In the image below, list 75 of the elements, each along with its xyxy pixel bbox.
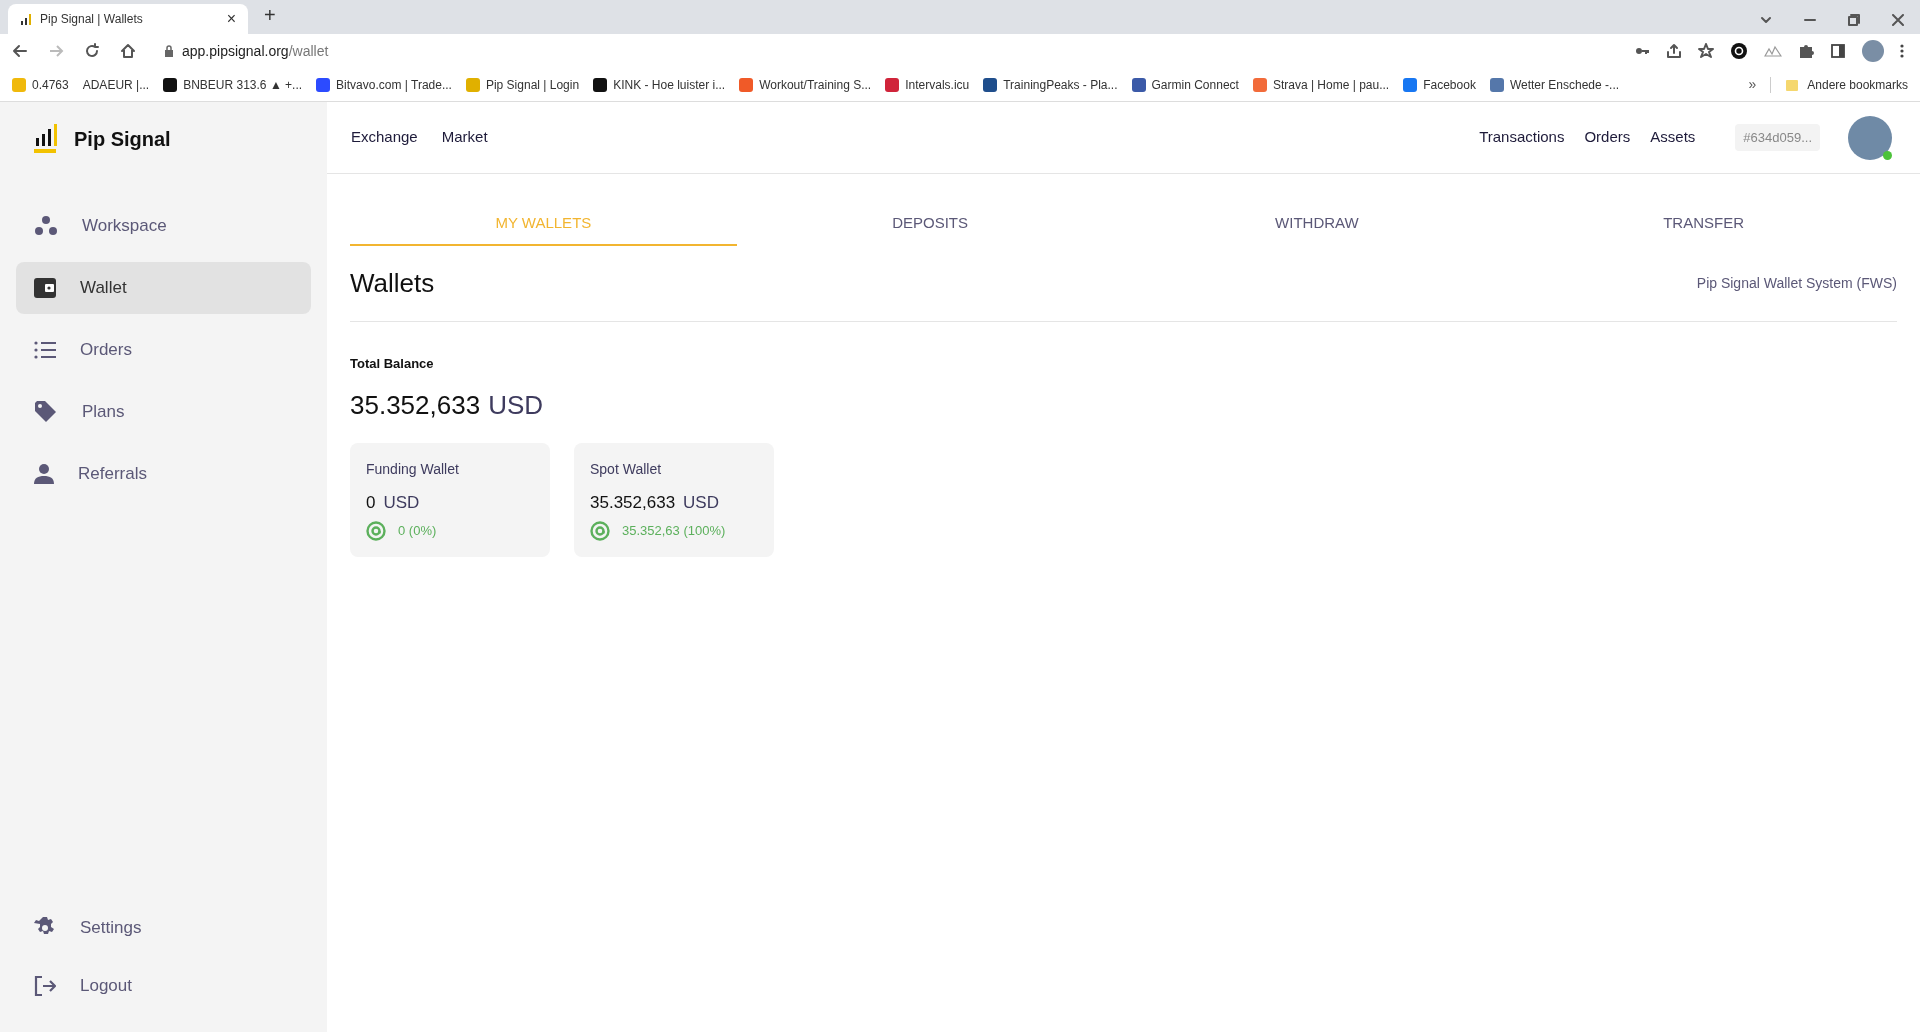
home-icon[interactable] xyxy=(120,43,136,59)
person-icon xyxy=(34,464,54,484)
wallet-amount: 35.352,633 xyxy=(590,491,676,514)
share-icon[interactable] xyxy=(1666,43,1682,59)
tab-title: Pip Signal | Wallets xyxy=(40,11,144,28)
new-tab-button[interactable]: + xyxy=(264,0,276,30)
reload-icon[interactable] xyxy=(84,43,100,59)
currency: USD xyxy=(383,491,420,514)
more-icon[interactable] xyxy=(1900,43,1904,59)
nav-link[interactable]: Transactions xyxy=(1479,126,1565,149)
tab[interactable]: DEPOSITS xyxy=(736,202,1124,246)
bookmark[interactable]: 0.4763 xyxy=(12,75,69,94)
address-bar[interactable]: app.pipsignal.org/wallet xyxy=(156,37,1614,65)
nav-link[interactable]: Exchange xyxy=(351,126,418,149)
wallet-name: Spot Wallet xyxy=(590,459,663,479)
balance-amount: 35.352,633 xyxy=(350,388,481,422)
close-button[interactable]: × xyxy=(226,7,236,31)
star-icon[interactable] xyxy=(1698,43,1714,59)
logout-icon xyxy=(34,975,56,997)
currency: USD xyxy=(488,388,544,422)
currency: USD xyxy=(683,491,719,514)
sidebar-item[interactable]: Logout xyxy=(16,964,311,1008)
browser-tab[interactable]: Pip Signal | Wallets × xyxy=(8,4,248,34)
bookmark[interactable]: Garmin Connect xyxy=(1131,75,1239,94)
back-icon[interactable] xyxy=(12,43,28,59)
avatar[interactable] xyxy=(1848,115,1892,160)
brand-name: Pip Signal xyxy=(74,127,171,152)
tab[interactable]: WITHDRAW xyxy=(1123,202,1511,246)
wallet-share: 35.352,63 (100%) xyxy=(622,522,726,541)
wallet-name: Funding Wallet xyxy=(366,459,460,479)
nav-link[interactable]: Market xyxy=(441,126,488,149)
total-balance-label: Total Balance xyxy=(350,355,435,373)
more-bookmarks-button[interactable]: » xyxy=(1748,74,1757,95)
wallet-share: 0 (0%) xyxy=(398,522,437,541)
nav-link[interactable]: Orders xyxy=(1584,126,1631,149)
sidebar-item[interactable]: Orders xyxy=(16,324,311,376)
wallet-amount: 0 xyxy=(366,491,376,514)
mountains-icon[interactable] xyxy=(1764,45,1782,57)
system-name: Pip Signal Wallet System (FWS) xyxy=(1696,274,1897,293)
sidebar-item[interactable]: Plans xyxy=(16,386,311,438)
url-text: app.pipsignal.org/wallet xyxy=(182,41,329,61)
restore-icon[interactable] xyxy=(1848,14,1860,26)
wallet-icon xyxy=(34,278,56,298)
chevron-down-icon[interactable] xyxy=(1760,14,1772,26)
side-panel-icon[interactable] xyxy=(1830,43,1846,59)
nav-link[interactable]: Assets xyxy=(1650,126,1696,149)
bookmark[interactable]: TrainingPeaks - Pla... xyxy=(983,75,1118,94)
bookmark[interactable]: Intervals.icu xyxy=(885,75,970,94)
dots-icon xyxy=(34,215,58,237)
lock-icon xyxy=(164,45,174,57)
bars-icon xyxy=(20,13,32,25)
bookmark-folder[interactable]: Andere bookmarks xyxy=(1785,75,1908,94)
logo-icon xyxy=(32,124,58,154)
puzzle-icon[interactable] xyxy=(1798,43,1814,59)
tag-icon xyxy=(34,401,58,423)
bookmark[interactable]: ADAEUR |... xyxy=(82,75,150,94)
sidebar-item[interactable]: Workspace xyxy=(16,200,311,252)
bookmark[interactable]: Workout/Training S... xyxy=(739,75,872,94)
sidebar-item[interactable]: Referrals xyxy=(16,448,311,500)
list-icon xyxy=(34,341,56,359)
sidebar-item[interactable]: Settings xyxy=(16,906,311,950)
bookmark[interactable]: BNBEUR 313.6 ▲ +... xyxy=(163,75,303,94)
extension-icon[interactable] xyxy=(1730,42,1748,60)
close-icon[interactable] xyxy=(1892,14,1904,26)
bookmark[interactable]: Bitvavo.com | Trade... xyxy=(316,75,452,94)
bookmark[interactable]: Strava | Home | pau... xyxy=(1252,75,1390,94)
page-title: Wallets xyxy=(350,267,435,300)
bookmark[interactable]: KINK - Hoe luister i... xyxy=(593,75,726,94)
folder-icon xyxy=(1785,77,1800,92)
bookmark[interactable]: Pip Signal | Login xyxy=(465,75,580,94)
tab[interactable]: TRANSFER xyxy=(1510,202,1897,246)
profile-avatar[interactable] xyxy=(1862,40,1884,62)
bookmark[interactable]: Wetter Enschede -... xyxy=(1489,75,1620,94)
sidebar-item[interactable]: Wallet xyxy=(16,262,311,314)
bookmark[interactable]: Facebook xyxy=(1403,75,1476,94)
